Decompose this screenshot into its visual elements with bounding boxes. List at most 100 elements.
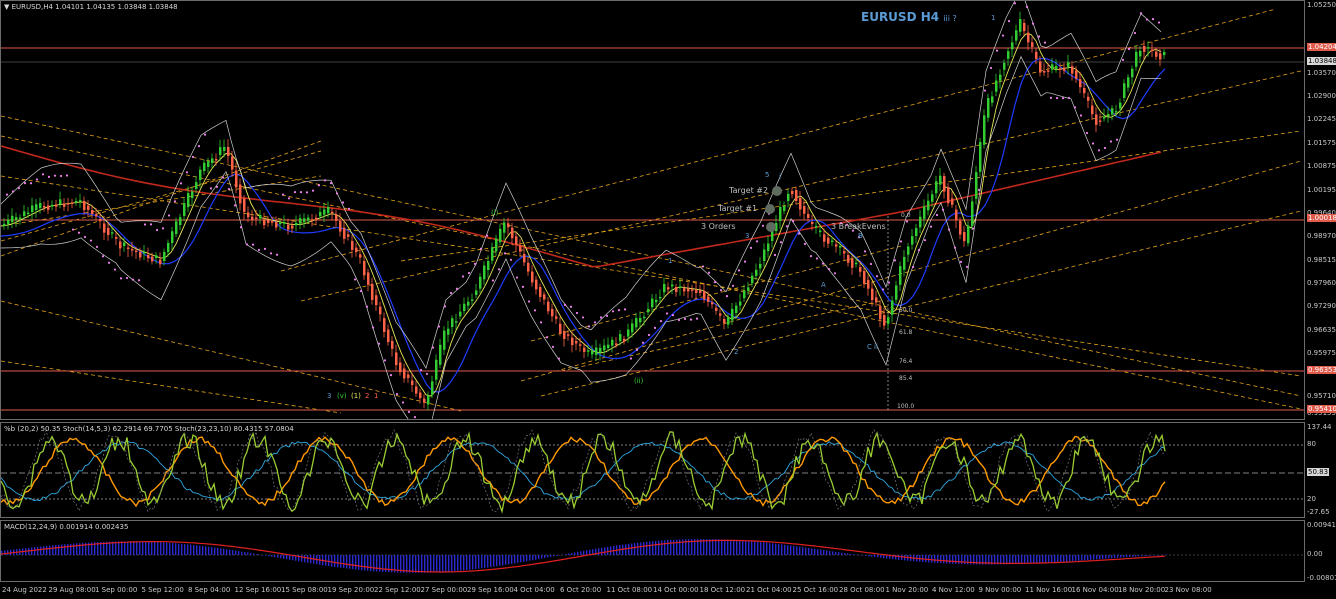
macd-histogram-bar [1135, 555, 1137, 557]
candle-body [943, 176, 946, 192]
macd-histogram-bar [796, 546, 798, 555]
price-chart-canvas[interactable] [1, 1, 1305, 420]
candle-body [163, 251, 166, 261]
candle-body [559, 323, 562, 334]
macd-histogram-bar [835, 551, 837, 555]
candle-body [675, 287, 678, 293]
macd-histogram-bar [205, 546, 207, 555]
macd-histogram-bar [199, 545, 201, 555]
candle-body [1059, 68, 1062, 71]
time-tick: 8 Sep 04:00 [188, 586, 231, 594]
candle-body [727, 317, 730, 325]
parabolic-sar-dot [299, 191, 303, 194]
macd-histogram-bar [967, 555, 969, 565]
stochastic-canvas[interactable] [1, 423, 1305, 518]
macd-histogram-bar [571, 552, 573, 555]
parabolic-sar-dot [125, 276, 129, 280]
breakeven-label: 3 BreakEvens [831, 222, 886, 231]
candle-body [295, 222, 298, 226]
candle-body [1151, 49, 1154, 52]
parabolic-sar-dot [527, 300, 531, 303]
parabolic-sar-dot [611, 310, 615, 313]
candle-body [423, 398, 426, 403]
parabolic-sar-dot [1115, 138, 1119, 141]
stochastic-pane[interactable]: %b (20,2) 50.35 Stoch(14,5,3) 62.2914 69… [0, 422, 1305, 518]
candle-body [1103, 116, 1106, 119]
candle-body [7, 219, 10, 224]
parabolic-sar-dot [65, 174, 69, 177]
macd-histogram-bar [1099, 555, 1101, 560]
macd-histogram-bar [112, 541, 114, 555]
time-axis[interactable]: 24 Aug 2022 29 Aug 08:00 1 Sep 00:00 5 Sep … [0, 584, 1305, 599]
macd-histogram-bar [445, 555, 447, 572]
macd-histogram-bar [802, 547, 804, 555]
macd-histogram-bar [475, 555, 477, 570]
candle-body [1135, 51, 1138, 67]
parabolic-sar-dot [635, 348, 639, 351]
macd-pane[interactable]: MACD(12,24,9) 0.001914 0.002435 [0, 520, 1305, 582]
macd-histogram-bar [76, 543, 78, 555]
parabolic-sar-dot [689, 318, 693, 321]
chart-title-suffix: iii ? [943, 14, 957, 23]
macd-histogram-bar [778, 544, 780, 555]
candle-body [431, 381, 434, 395]
parabolic-sar-dot [467, 271, 471, 275]
parabolic-sar-dot [353, 278, 357, 281]
macd-histogram-bar [841, 552, 843, 555]
candle-body [47, 205, 50, 210]
macd-histogram-bar [469, 555, 471, 570]
macd-histogram-bar [70, 543, 72, 555]
macd-histogram-bar [154, 542, 156, 555]
candle-body [147, 255, 150, 259]
candle-body [107, 228, 110, 235]
stochastic-header: %b (20,2) 50.35 Stoch(14,5,3) 62.2914 69… [4, 425, 294, 433]
candle-body [15, 217, 18, 220]
target-marker [765, 204, 775, 214]
parabolic-sar-dot [1121, 58, 1125, 61]
macd-histogram-bar [847, 553, 849, 555]
parabolic-sar-dot [407, 410, 411, 413]
fib-trend-line [530, 245, 902, 342]
candle-body [215, 159, 218, 161]
macd-canvas[interactable] [1, 521, 1305, 582]
parabolic-sar-dot [221, 176, 225, 179]
parabolic-sar-dot [1043, 41, 1047, 44]
price-chart-pane[interactable]: ▼ EURUSD,H4 1.04101 1.04135 1.03848 1.03… [0, 0, 1305, 420]
macd-histogram-bar [523, 555, 525, 562]
macd-histogram-bar [1120, 555, 1122, 558]
macd-histogram-bar [1096, 555, 1098, 560]
macd-histogram-bar [670, 539, 672, 555]
candle-body [451, 318, 454, 327]
parabolic-sar-dot [713, 281, 717, 284]
macd-histogram-bar [202, 546, 204, 555]
candle-body [639, 317, 642, 323]
macd-histogram-bar [574, 552, 576, 555]
macd-histogram-bar [160, 542, 162, 555]
macd-histogram-bar [439, 555, 441, 573]
macd-histogram-bar [883, 555, 885, 559]
price-tick: 0.95975 [1307, 349, 1336, 357]
candle-body [563, 331, 566, 339]
macd-histogram-bar [1165, 554, 1167, 555]
candle-body [851, 259, 854, 268]
price-axis[interactable]: 1.05250 1.04230 1.03570 1.02900 1.02245 … [1305, 0, 1336, 420]
candle-body [779, 206, 782, 221]
candle-body [1087, 96, 1090, 101]
fib-level-50: 50.0 [899, 307, 913, 314]
macd-histogram-bar [34, 547, 36, 555]
macd-histogram-bar [253, 553, 255, 555]
parabolic-sar-dot [77, 231, 81, 234]
parabolic-sar-dot [515, 276, 519, 279]
candle-body [151, 256, 154, 262]
fib-trend-line [1, 175, 1302, 377]
candle-body [739, 301, 742, 306]
macd-histogram-bar [259, 554, 261, 556]
parabolic-sar-dot [275, 253, 279, 256]
chart-title: EURUSD H4 iii ? [861, 10, 957, 24]
candle-body [887, 317, 890, 324]
macd-histogram-bar [865, 555, 867, 556]
macd-histogram-bar [133, 541, 135, 555]
candle-body [1031, 42, 1034, 47]
macd-histogram-bar [226, 549, 228, 555]
candle-body [1107, 114, 1110, 117]
